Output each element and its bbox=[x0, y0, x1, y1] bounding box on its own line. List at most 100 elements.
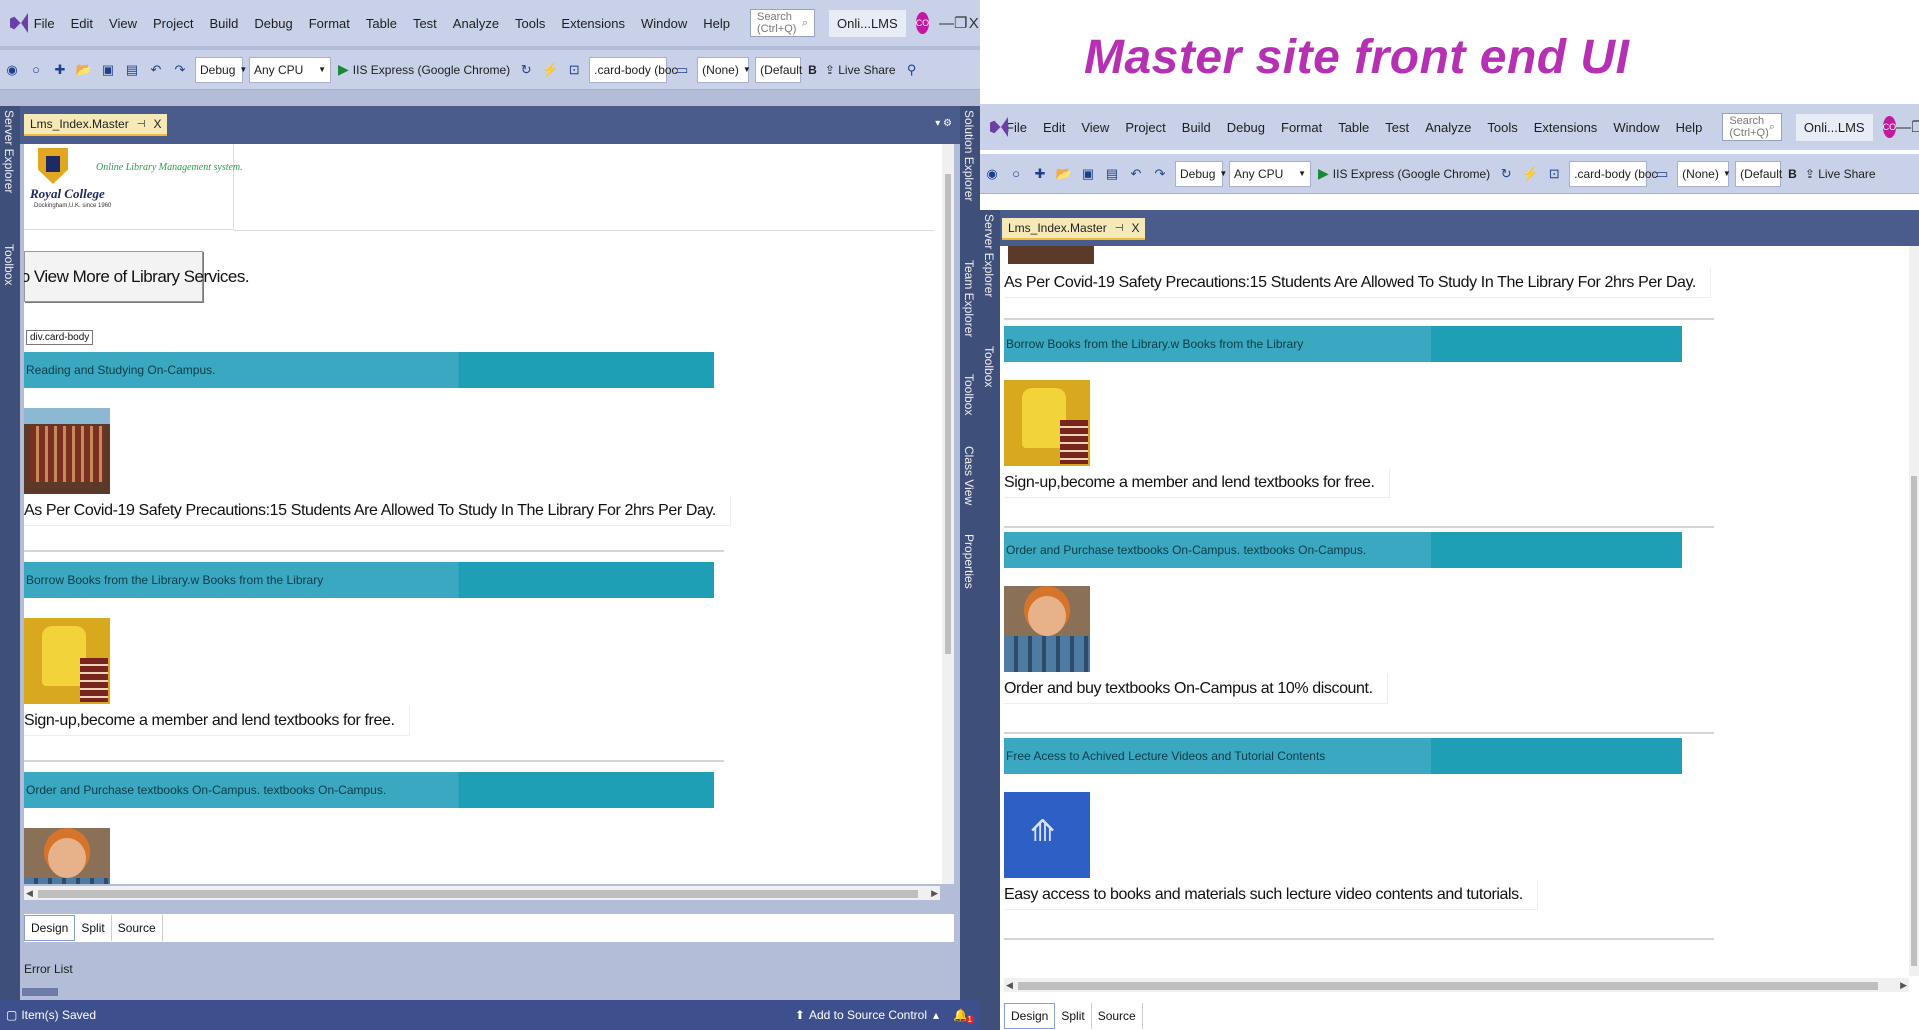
solution-name-badge[interactable]: Onli...LMS bbox=[1795, 113, 1873, 141]
tab-overflow-icon[interactable]: ▾ ⚙ bbox=[935, 118, 952, 129]
new-item-icon[interactable]: ✚ bbox=[51, 61, 69, 79]
format-icon[interactable]: ⊡ bbox=[1545, 165, 1563, 183]
minimize-button[interactable]: — bbox=[939, 15, 954, 32]
platform-dropdown[interactable]: Any CPU ▼ bbox=[249, 56, 331, 83]
redo-icon[interactable]: ↷ bbox=[1151, 165, 1169, 183]
vertical-scrollbar[interactable] bbox=[1909, 246, 1919, 976]
menu-edit[interactable]: Edit bbox=[1035, 120, 1073, 135]
horizontal-scrollbar[interactable]: ◀ ▶ bbox=[24, 886, 940, 900]
menu-table[interactable]: Table bbox=[1330, 120, 1377, 135]
error-list-tab[interactable]: Error List bbox=[24, 962, 73, 976]
close-tab-icon[interactable]: X bbox=[1131, 221, 1139, 235]
view-more-services-button[interactable]: Click to View More of Library Services. bbox=[24, 251, 250, 302]
tab-design[interactable]: Design bbox=[24, 915, 76, 941]
team-explorer-tab[interactable]: Team Explorer bbox=[962, 260, 976, 337]
avatar[interactable]: CO bbox=[1882, 116, 1897, 138]
live-share-button[interactable]: ⇪ Live Share bbox=[1805, 167, 1876, 181]
platform-dropdown[interactable]: Any CPU ▼ bbox=[1229, 160, 1311, 187]
font-dropdown[interactable]: (Default bbox=[1735, 160, 1782, 187]
bold-button[interactable]: B bbox=[808, 63, 817, 77]
menu-tools[interactable]: Tools bbox=[507, 16, 553, 31]
configuration-dropdown[interactable]: Debug ▼ bbox=[195, 56, 247, 83]
element-selector-dropdown[interactable]: .card-body (boc bbox=[1569, 160, 1658, 187]
save-all-icon[interactable]: ▤ bbox=[1103, 165, 1121, 183]
scroll-thumb[interactable] bbox=[38, 890, 918, 898]
menu-debug[interactable]: Debug bbox=[246, 16, 300, 31]
card-body-tag[interactable]: div.card-body bbox=[26, 330, 94, 345]
server-explorer-tab[interactable]: Server Explorer bbox=[982, 214, 996, 297]
restore-button[interactable]: ❐ bbox=[1911, 118, 1919, 136]
menu-project[interactable]: Project bbox=[145, 16, 201, 31]
menu-window[interactable]: Window bbox=[1605, 120, 1667, 135]
menu-help[interactable]: Help bbox=[695, 16, 738, 31]
design-toggle-icon[interactable]: ▭ bbox=[673, 61, 691, 79]
menu-file[interactable]: File bbox=[26, 16, 63, 31]
redo-icon[interactable]: ↷ bbox=[171, 61, 189, 79]
tab-source[interactable]: Source bbox=[112, 915, 163, 941]
navigate-forward-icon[interactable]: ○ bbox=[1007, 165, 1025, 183]
menu-view[interactable]: View bbox=[1073, 120, 1117, 135]
design-toggle-icon[interactable]: ▭ bbox=[1653, 165, 1671, 183]
menu-test[interactable]: Test bbox=[1377, 120, 1417, 135]
visual-studio-logo-icon[interactable] bbox=[8, 11, 16, 35]
refresh-icon[interactable]: ↻ bbox=[517, 61, 535, 79]
menu-edit[interactable]: Edit bbox=[63, 16, 101, 31]
menu-debug[interactable]: Debug bbox=[1219, 120, 1273, 135]
restore-button[interactable]: ❐ bbox=[954, 14, 967, 32]
menu-tools[interactable]: Tools bbox=[1479, 120, 1525, 135]
menu-table[interactable]: Table bbox=[358, 16, 405, 31]
scroll-thumb[interactable] bbox=[945, 174, 951, 654]
menu-extensions[interactable]: Extensions bbox=[1526, 120, 1606, 135]
vertical-scrollbar[interactable] bbox=[942, 144, 954, 884]
tab-lms-index-master[interactable]: Lms_Index.Master ⊣ X bbox=[24, 114, 168, 136]
navigate-back-icon[interactable]: ◉ bbox=[3, 61, 21, 79]
save-all-icon[interactable]: ▤ bbox=[123, 61, 141, 79]
save-icon[interactable]: ▣ bbox=[1079, 165, 1097, 183]
navigate-forward-icon[interactable]: ○ bbox=[27, 61, 45, 79]
run-button[interactable]: ▶ IIS Express (Google Chrome) bbox=[338, 61, 510, 78]
format-icon[interactable]: ⊡ bbox=[565, 61, 583, 79]
menu-build[interactable]: Build bbox=[1174, 120, 1219, 135]
menu-build[interactable]: Build bbox=[201, 16, 246, 31]
open-file-icon[interactable]: 📂 bbox=[75, 61, 93, 79]
notifications-icon[interactable]: 🔔 1 bbox=[953, 1008, 974, 1024]
menu-extensions[interactable]: Extensions bbox=[553, 16, 633, 31]
avatar[interactable]: CO bbox=[915, 12, 930, 34]
menu-format[interactable]: Format bbox=[301, 16, 358, 31]
configuration-dropdown[interactable]: Debug ▼ bbox=[1175, 160, 1227, 187]
toolbox-tab[interactable]: Toolbox bbox=[2, 244, 16, 285]
server-explorer-tab[interactable]: Server Explorer bbox=[2, 110, 16, 193]
scroll-right-icon[interactable]: ▶ bbox=[1900, 980, 1907, 991]
menu-analyze[interactable]: Analyze bbox=[1417, 120, 1479, 135]
class-view-tab[interactable]: Class View bbox=[962, 446, 976, 505]
browser-link-icon[interactable]: ⚡ bbox=[541, 61, 559, 79]
style-dropdown[interactable]: (None) ▼ bbox=[1677, 160, 1731, 187]
design-surface[interactable]: As Per Covid-19 Safety Precautions:15 St… bbox=[1004, 246, 1919, 976]
live-share-button[interactable]: ⇪ Live Share bbox=[825, 63, 896, 77]
search-input[interactable]: Search (Ctrl+Q) ⌕ bbox=[1722, 113, 1782, 141]
style-dropdown[interactable]: (None) ▼ bbox=[697, 56, 751, 83]
scroll-thumb[interactable] bbox=[1018, 982, 1878, 990]
navigate-back-icon[interactable]: ◉ bbox=[983, 165, 1001, 183]
scroll-left-icon[interactable]: ◀ bbox=[1006, 980, 1013, 991]
menu-test[interactable]: Test bbox=[405, 16, 445, 31]
solution-explorer-tab[interactable]: Solution Explorer bbox=[962, 110, 976, 201]
scroll-left-icon[interactable]: ◀ bbox=[26, 888, 33, 899]
refresh-icon[interactable]: ↻ bbox=[1497, 165, 1515, 183]
menu-view[interactable]: View bbox=[101, 16, 145, 31]
run-button[interactable]: ▶ IIS Express (Google Chrome) bbox=[1318, 165, 1490, 182]
search-input[interactable]: Search (Ctrl+Q) ⌕ bbox=[750, 9, 815, 37]
toolbox-tab[interactable]: Toolbox bbox=[962, 374, 976, 415]
close-tab-icon[interactable]: X bbox=[153, 117, 161, 131]
menu-analyze[interactable]: Analyze bbox=[445, 16, 507, 31]
scroll-right-icon[interactable]: ▶ bbox=[931, 888, 938, 899]
undo-icon[interactable]: ↶ bbox=[147, 61, 165, 79]
solution-name-badge[interactable]: Onli...LMS bbox=[829, 9, 906, 37]
tab-lms-index-master[interactable]: Lms_Index.Master ⊣ X bbox=[1002, 218, 1146, 240]
menu-format[interactable]: Format bbox=[1273, 120, 1330, 135]
horizontal-scrollbar[interactable]: ◀ ▶ bbox=[1004, 978, 1909, 992]
bold-button[interactable]: B bbox=[1788, 167, 1797, 181]
undo-icon[interactable]: ↶ bbox=[1127, 165, 1145, 183]
browser-link-icon[interactable]: ⚡ bbox=[1521, 165, 1539, 183]
pin-icon[interactable]: ⊣ bbox=[1115, 223, 1124, 234]
